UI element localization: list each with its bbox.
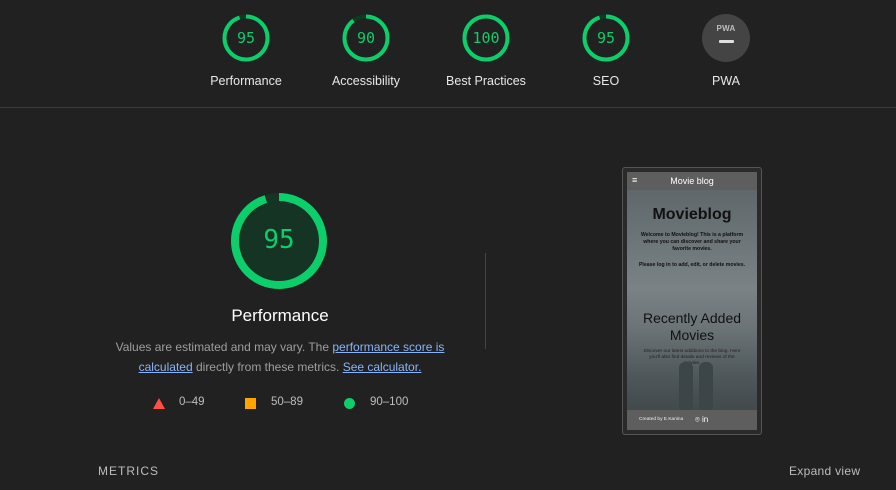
screenshot-heading: Movieblog bbox=[652, 206, 732, 223]
gauge-label: Accessibility bbox=[331, 74, 401, 88]
dash-icon bbox=[719, 40, 734, 43]
performance-score: 95 bbox=[263, 225, 295, 255]
gauge-best-practices[interactable]: 100 Best Practices bbox=[426, 12, 546, 102]
see-calculator-link[interactable]: See calculator. bbox=[343, 360, 422, 374]
description-text: Values are estimated and may vary. The bbox=[115, 340, 333, 354]
triangle-icon bbox=[153, 398, 165, 409]
pwa-badge-icon: PWA bbox=[702, 14, 750, 62]
figure-silhouette bbox=[699, 362, 713, 410]
figure-silhouette bbox=[679, 362, 693, 410]
circle-icon bbox=[344, 398, 355, 409]
gauge-label: Performance bbox=[210, 74, 282, 88]
screenshot-navbar: ≡ Movie blog bbox=[627, 172, 757, 190]
gauge-score: 95 bbox=[596, 29, 616, 47]
gauge-label: Best Practices bbox=[446, 74, 526, 88]
gauge-score: 90 bbox=[356, 29, 376, 47]
pwa-badge-text: PWA bbox=[716, 24, 736, 33]
screenshot-intro: Welcome to Movieblog! This is a platform… bbox=[640, 232, 744, 252]
gauge-accessibility[interactable]: 90 Accessibility bbox=[306, 12, 426, 102]
legend-pass-label: 90–100 bbox=[370, 396, 409, 408]
gauge-performance[interactable]: 95 Performance bbox=[186, 12, 306, 102]
gauge-pwa[interactable]: PWA PWA bbox=[666, 12, 786, 102]
gauge-score: 100 bbox=[472, 29, 500, 47]
screenshot-footer-text: Created by E.Kanina bbox=[639, 417, 684, 422]
github-linkedin-icon: ⌾ in bbox=[695, 415, 709, 424]
performance-title: Performance bbox=[231, 306, 329, 325]
gauge-label: SEO bbox=[592, 74, 620, 88]
gauge-label: PWA bbox=[711, 74, 740, 88]
screenshot-image: ≡ Movie blog Movieblog Welcome to Movieb… bbox=[627, 172, 757, 430]
screenshot-login-hint: Please log in to add, edit, or delete mo… bbox=[638, 262, 746, 268]
description-text: directly from these metrics. bbox=[192, 360, 343, 374]
screenshot-section-title: Recently Added Movies bbox=[642, 310, 742, 343]
square-icon bbox=[245, 398, 256, 409]
gauge-score: 95 bbox=[236, 29, 256, 47]
gauge-seo[interactable]: 95 SEO bbox=[546, 12, 666, 102]
screenshot-nav-title: Movie blog bbox=[670, 176, 714, 186]
final-screenshot[interactable]: ≡ Movie blog Movieblog Welcome to Movieb… bbox=[622, 167, 762, 435]
performance-description: Values are estimated and may vary. The p… bbox=[100, 337, 460, 377]
expand-view-button[interactable]: Expand view bbox=[789, 464, 860, 478]
legend-fail-label: 0–49 bbox=[179, 396, 205, 408]
vertical-divider bbox=[485, 253, 486, 349]
category-gauges-bar: 95 Performance 90 Accessibility 100 Best… bbox=[0, 0, 896, 108]
screenshot-footer: Created by E.Kanina ⌾ in bbox=[627, 410, 757, 430]
metrics-heading: METRICS bbox=[98, 464, 159, 478]
legend-average-label: 50–89 bbox=[271, 396, 303, 408]
